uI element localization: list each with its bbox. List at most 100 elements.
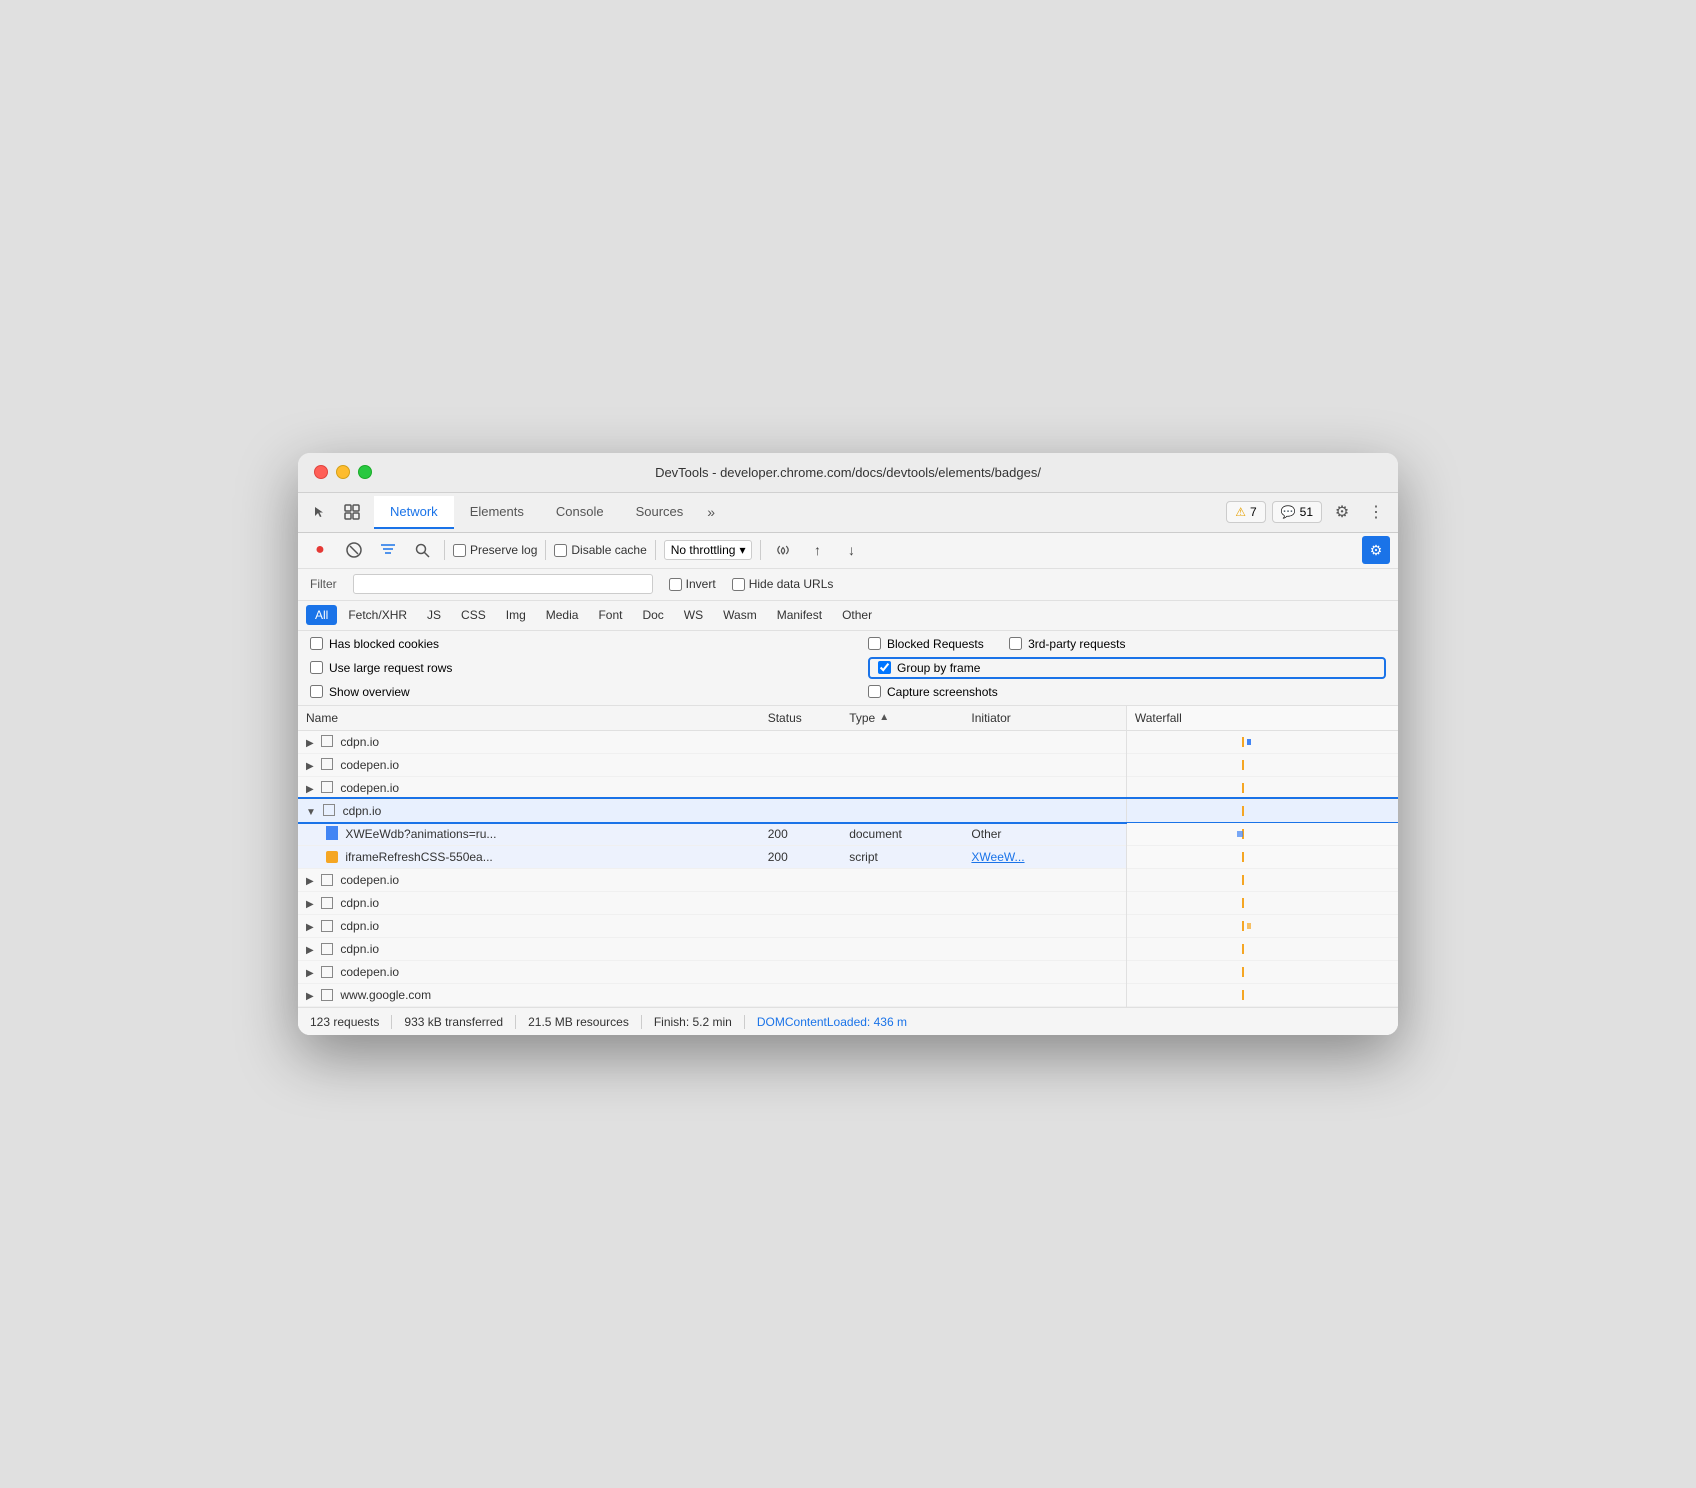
upload-icon[interactable]: ↑ [803,536,831,564]
warnings-badge[interactable]: ⚠ 7 [1226,501,1265,523]
more-tabs-button[interactable]: » [699,500,723,524]
row-initiator [963,869,1126,892]
network-conditions-icon[interactable] [769,536,797,564]
row-status [760,776,841,799]
toolbar-divider-4 [760,540,761,560]
tab-sources[interactable]: Sources [620,496,700,529]
table-row[interactable]: ▶ codepen.io [298,961,1398,984]
warning-icon: ⚠ [1235,505,1246,519]
row-waterfall [1126,961,1398,984]
type-btn-media[interactable]: Media [537,605,588,625]
row-initiator [963,938,1126,961]
preserve-log-label: Preserve log [470,543,537,557]
traffic-lights [314,465,372,479]
blocked-requests-checkbox[interactable] [868,637,881,650]
tab-elements[interactable]: Elements [454,496,540,529]
status-finish: Finish: 5.2 min [642,1015,745,1029]
col-initiator[interactable]: Initiator [963,706,1126,731]
row-waterfall [1126,915,1398,938]
more-options-icon[interactable]: ⋮ [1362,498,1390,526]
col-type[interactable]: Type ▲ [841,706,963,731]
messages-badge[interactable]: 💬 51 [1272,501,1322,523]
initiator-link[interactable]: XWeeW... [971,850,1024,864]
frame-icon [321,758,333,770]
show-overview-group[interactable]: Show overview [310,685,828,699]
table-row[interactable]: ▶ cdpn.io [298,892,1398,915]
table-row[interactable]: iframeRefreshCSS-550ea... 200 script XWe… [298,846,1398,869]
invert-checkbox[interactable] [669,578,682,591]
frame-icon [323,804,335,816]
large-rows-label: Use large request rows [329,661,452,675]
type-btn-js[interactable]: JS [418,605,450,625]
type-btn-all[interactable]: All [306,605,337,625]
table-row[interactable]: ▶ cdpn.io [298,938,1398,961]
cursor-icon[interactable] [306,498,334,526]
title-bar: DevTools - developer.chrome.com/docs/dev… [298,453,1398,493]
blocked-requests-group[interactable]: Blocked Requests 3rd-party requests [868,637,1386,651]
type-btn-other[interactable]: Other [833,605,881,625]
show-overview-checkbox[interactable] [310,685,323,698]
col-name[interactable]: Name [298,706,760,731]
table-row[interactable]: ▶ codepen.io [298,869,1398,892]
type-btn-ws[interactable]: WS [675,605,712,625]
has-blocked-cookies-group[interactable]: Has blocked cookies [310,637,828,651]
table-row[interactable]: ▶ codepen.io [298,776,1398,799]
row-name: ▶ cdpn.io [298,730,760,753]
filter-input[interactable] [353,574,653,594]
capture-screenshots-group[interactable]: Capture screenshots [868,685,1386,699]
row-initiator: XWeeW... [963,846,1126,869]
group-by-frame-checkbox[interactable] [878,661,891,674]
inspect-icon[interactable] [338,498,366,526]
record-button[interactable]: ● [306,536,334,564]
row-initiator [963,892,1126,915]
filter-icon[interactable] [374,536,402,564]
tab-network[interactable]: Network [374,496,454,529]
type-btn-manifest[interactable]: Manifest [768,605,831,625]
settings-icon[interactable]: ⚙ [1328,498,1356,526]
type-btn-wasm[interactable]: Wasm [714,605,766,625]
row-type: script [841,846,963,869]
has-blocked-cookies-checkbox[interactable] [310,637,323,650]
frame-icon [321,735,333,747]
large-rows-checkbox[interactable] [310,661,323,674]
row-waterfall [1126,984,1398,1007]
row-status [760,730,841,753]
hide-data-urls-checkbox[interactable] [732,578,745,591]
table-row[interactable]: ▶ cdpn.io [298,915,1398,938]
tabs: Network Elements Console Sources » [374,496,1226,529]
maximize-button[interactable] [358,465,372,479]
close-button[interactable] [314,465,328,479]
table-row[interactable]: ▶ www.google.com [298,984,1398,1007]
row-name: ▶ cdpn.io [298,938,760,961]
type-btn-fetch[interactable]: Fetch/XHR [339,605,416,625]
col-status[interactable]: Status [760,706,841,731]
download-icon[interactable]: ↓ [837,536,865,564]
table-row[interactable]: XWEeWdb?animations=ru... 200 document Ot… [298,822,1398,846]
table-row[interactable]: ▶ codepen.io [298,753,1398,776]
frame-icon [321,989,333,1001]
preserve-log-checkbox[interactable] [453,544,466,557]
capture-screenshots-checkbox[interactable] [868,685,881,698]
table-row[interactable]: ▶ cdpn.io [298,730,1398,753]
row-type: document [841,822,963,846]
col-waterfall[interactable]: Waterfall [1126,706,1398,731]
script-icon [326,851,338,863]
search-icon[interactable] [408,536,436,564]
hide-data-urls-group: Hide data URLs [732,577,834,591]
type-btn-doc[interactable]: Doc [633,605,672,625]
minimize-button[interactable] [336,465,350,479]
tab-console[interactable]: Console [540,496,620,529]
large-rows-group[interactable]: Use large request rows [310,657,828,679]
throttling-select[interactable]: No throttling ▾ [664,540,753,560]
type-btn-img[interactable]: Img [497,605,535,625]
type-btn-font[interactable]: Font [589,605,631,625]
clear-button[interactable] [340,536,368,564]
network-settings-gear-icon[interactable]: ⚙ [1362,536,1390,564]
third-party-checkbox[interactable] [1009,637,1022,650]
document-icon [326,826,338,840]
table-row-highlighted-group[interactable]: ▼ cdpn.io [298,799,1398,822]
invert-group: Invert [669,577,716,591]
disable-cache-checkbox[interactable] [554,544,567,557]
frame-icon [321,874,333,886]
type-btn-css[interactable]: CSS [452,605,495,625]
